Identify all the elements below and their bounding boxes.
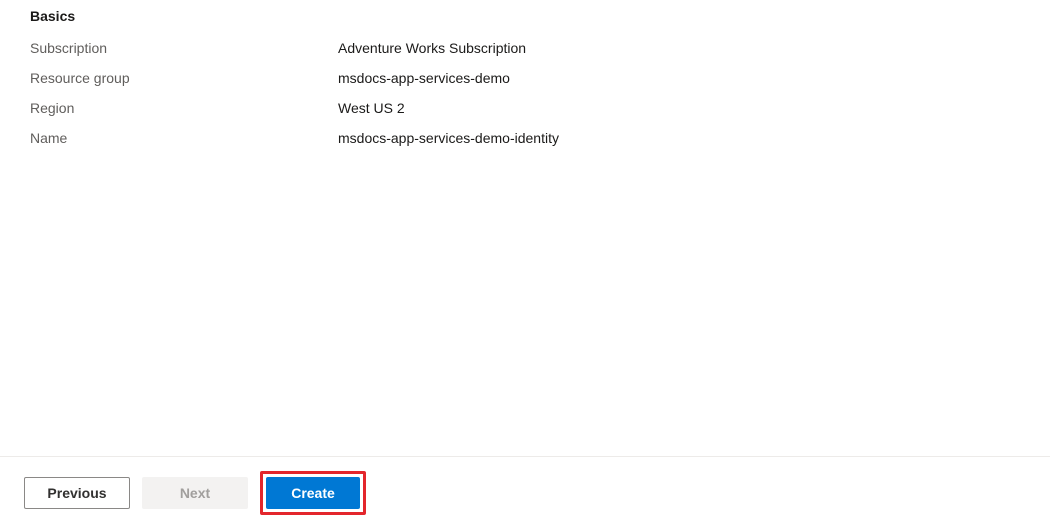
summary-value: Adventure Works Subscription [338,38,526,58]
summary-label: Name [30,128,338,148]
summary-label: Subscription [30,38,338,58]
section-heading-basics: Basics [30,8,1020,24]
summary-label: Region [30,98,338,118]
summary-value: msdocs-app-services-demo-identity [338,128,559,148]
summary-row-region: Region West US 2 [30,98,1020,118]
summary-value: West US 2 [338,98,405,118]
wizard-footer: Previous Next Create [0,456,1050,525]
create-button-highlight: Create [260,471,366,515]
summary-value: msdocs-app-services-demo [338,68,510,88]
summary-row-name: Name msdocs-app-services-demo-identity [30,128,1020,148]
previous-button[interactable]: Previous [24,477,130,509]
summary-label: Resource group [30,68,338,88]
summary-row-subscription: Subscription Adventure Works Subscriptio… [30,38,1020,58]
create-button[interactable]: Create [266,477,360,509]
summary-row-resource-group: Resource group msdocs-app-services-demo [30,68,1020,88]
review-panel: Basics Subscription Adventure Works Subs… [0,0,1050,148]
next-button: Next [142,477,248,509]
